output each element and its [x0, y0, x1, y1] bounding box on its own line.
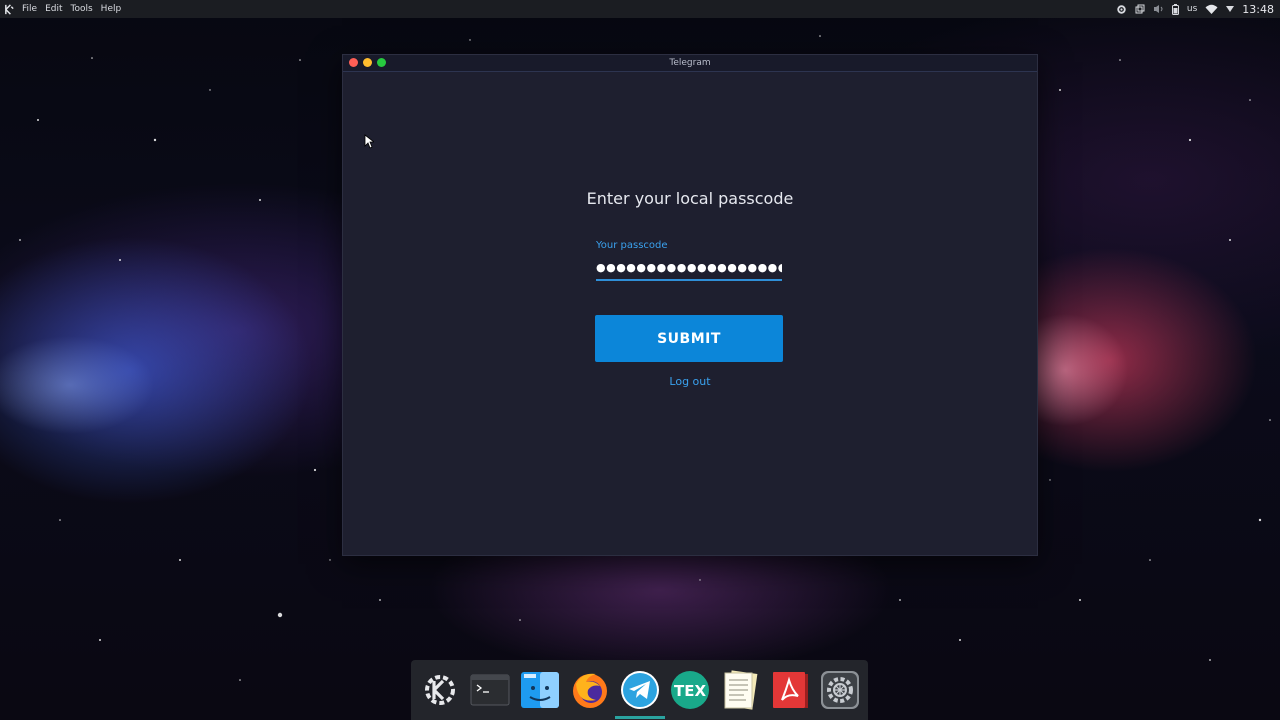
menu-help[interactable]: Help	[97, 0, 126, 18]
notes-icon[interactable]	[719, 669, 761, 711]
window-controls	[349, 58, 386, 67]
system-settings-icon[interactable]	[819, 669, 861, 711]
logout-link[interactable]: Log out	[343, 375, 1037, 388]
close-window-button[interactable]	[349, 58, 358, 67]
finder-icon[interactable]	[519, 669, 561, 711]
menu-edit[interactable]: Edit	[41, 0, 66, 18]
clock[interactable]: 13:48	[1242, 3, 1274, 16]
firefox-icon[interactable]	[569, 669, 611, 711]
menu-tools[interactable]: Tools	[67, 0, 97, 18]
window-titlebar[interactable]: Telegram	[343, 55, 1037, 72]
kde-logo-icon[interactable]	[4, 3, 18, 15]
top-panel: File Edit Tools Help us 13:48	[0, 0, 1280, 18]
minimize-window-button[interactable]	[363, 58, 372, 67]
maximize-window-button[interactable]	[377, 58, 386, 67]
passcode-label: Your passcode	[596, 240, 668, 251]
settings-icon[interactable]	[1116, 4, 1127, 15]
window-icon[interactable]	[1135, 4, 1145, 14]
window-title: Telegram	[669, 58, 711, 68]
volume-icon[interactable]	[1153, 4, 1164, 14]
submit-button[interactable]: SUBMIT	[595, 315, 783, 362]
pdf-reader-icon[interactable]	[769, 669, 811, 711]
passcode-heading: Enter your local passcode	[586, 189, 794, 208]
battery-icon[interactable]	[1171, 3, 1179, 15]
tex-icon[interactable]: TEX	[669, 669, 711, 711]
telegram-icon[interactable]	[619, 669, 661, 711]
dropdown-arrow-icon[interactable]	[1226, 6, 1235, 12]
telegram-window: Telegram Enter your local passcode Your …	[342, 54, 1038, 556]
menu-bar: File Edit Tools Help	[0, 0, 125, 18]
active-app-indicator	[615, 716, 665, 719]
mouse-cursor-icon	[364, 134, 374, 149]
wifi-icon[interactable]	[1205, 4, 1218, 14]
passcode-input[interactable]	[596, 255, 782, 281]
dock: TEX	[411, 660, 868, 720]
tex-icon-label: TEX	[673, 682, 705, 700]
system-tray: us 13:48	[1116, 3, 1280, 16]
kde-icon[interactable]	[419, 669, 461, 711]
keyboard-layout[interactable]: us	[1187, 4, 1197, 14]
terminal-icon[interactable]	[469, 669, 511, 711]
menu-file[interactable]: File	[18, 0, 41, 18]
